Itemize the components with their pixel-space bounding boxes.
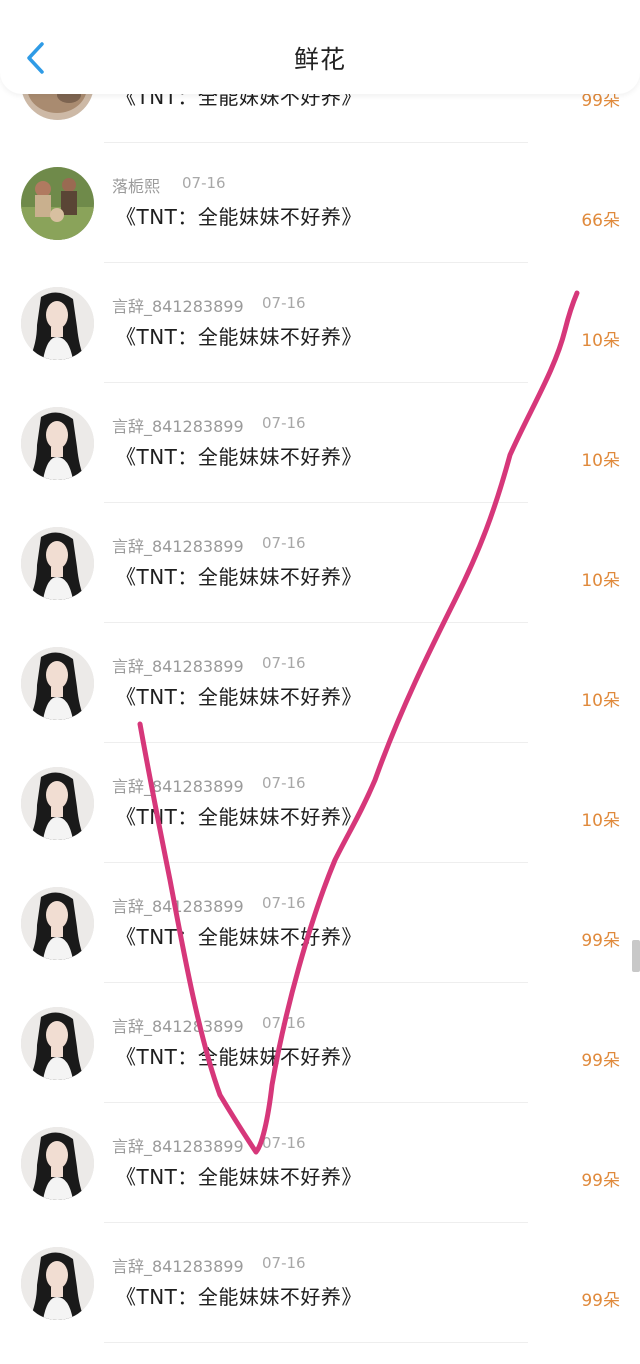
date: 07-16 [262, 414, 306, 432]
list-item[interactable]: 言辞_841283899 07-16 《TNT：全能妹妹不好养》 10朵 [0, 743, 640, 863]
scrollbar-handle[interactable] [632, 940, 640, 972]
flower-record-list: 《TNT：全能妹妹不好养》 99朵 落栀熙 07-16 《TNT：全能妹妹不好养… [0, 23, 640, 1343]
list-item[interactable]: 言辞_841283899 07-16 《TNT：全能妹妹不好养》 10朵 [0, 503, 640, 623]
flower-count: 66朵 [581, 211, 620, 231]
avatar[interactable] [21, 647, 94, 720]
avatar[interactable] [21, 167, 94, 240]
list-item[interactable]: 言辞_841283899 07-16 《TNT：全能妹妹不好养》 10朵 [0, 623, 640, 743]
avatar[interactable] [21, 1007, 94, 1080]
date: 07-16 [262, 894, 306, 912]
list-item[interactable]: 言辞_841283899 07-16 《TNT：全能妹妹不好养》 10朵 [0, 383, 640, 503]
username[interactable]: 落栀熙 [112, 173, 160, 197]
book-title[interactable]: 《TNT：全能妹妹不好养》 [116, 801, 362, 830]
avatar[interactable] [21, 767, 94, 840]
flower-count: 99朵 [581, 1051, 620, 1071]
top-nav-bar: 鲜花 [0, 0, 640, 94]
username[interactable]: 言辞_841283899 [112, 293, 244, 317]
flower-count: 99朵 [581, 1171, 620, 1191]
avatar[interactable] [21, 287, 94, 360]
list-item[interactable]: 言辞_841283899 07-16 《TNT：全能妹妹不好养》 99朵 [0, 983, 640, 1103]
list-item[interactable]: 言辞_841283899 07-16 《TNT：全能妹妹不好养》 99朵 [0, 863, 640, 983]
list-item[interactable]: 言辞_841283899 07-16 《TNT：全能妹妹不好养》 10朵 [0, 263, 640, 383]
avatar[interactable] [21, 1247, 94, 1320]
list-item[interactable]: 落栀熙 07-16 《TNT：全能妹妹不好养》 66朵 [0, 143, 640, 263]
date: 07-16 [182, 174, 226, 192]
flower-count: 10朵 [581, 571, 620, 591]
book-title[interactable]: 《TNT：全能妹妹不好养》 [116, 921, 362, 950]
date: 07-16 [262, 1014, 306, 1032]
list-item[interactable]: 言辞_841283899 07-16 《TNT：全能妹妹不好养》 99朵 [0, 1103, 640, 1223]
date: 07-16 [262, 534, 306, 552]
flower-count: 99朵 [581, 1291, 620, 1311]
flower-count: 10朵 [581, 331, 620, 351]
page-title: 鲜花 [293, 45, 346, 74]
book-title[interactable]: 《TNT：全能妹妹不好养》 [116, 201, 362, 230]
date: 07-16 [262, 1254, 306, 1272]
username[interactable]: 言辞_841283899 [112, 1253, 244, 1277]
flower-count: 10朵 [581, 811, 620, 831]
flower-count: 10朵 [581, 691, 620, 711]
avatar[interactable] [21, 407, 94, 480]
username[interactable]: 言辞_841283899 [112, 1013, 244, 1037]
username[interactable]: 言辞_841283899 [112, 653, 244, 677]
date: 07-16 [262, 774, 306, 792]
list-item[interactable]: 言辞_841283899 07-16 《TNT：全能妹妹不好养》 99朵 [0, 1223, 640, 1343]
username[interactable]: 言辞_841283899 [112, 893, 244, 917]
username[interactable]: 言辞_841283899 [112, 533, 244, 557]
flower-count: 99朵 [581, 931, 620, 951]
date: 07-16 [262, 294, 306, 312]
avatar[interactable] [21, 527, 94, 600]
flower-count: 10朵 [581, 451, 620, 471]
book-title[interactable]: 《TNT：全能妹妹不好养》 [116, 1041, 362, 1070]
book-title[interactable]: 《TNT：全能妹妹不好养》 [116, 561, 362, 590]
book-title[interactable]: 《TNT：全能妹妹不好养》 [116, 1281, 362, 1310]
book-title[interactable]: 《TNT：全能妹妹不好养》 [116, 321, 362, 350]
username[interactable]: 言辞_841283899 [112, 773, 244, 797]
divider [104, 1342, 528, 1343]
book-title[interactable]: 《TNT：全能妹妹不好养》 [116, 681, 362, 710]
book-title[interactable]: 《TNT：全能妹妹不好养》 [116, 441, 362, 470]
avatar[interactable] [21, 887, 94, 960]
date: 07-16 [262, 654, 306, 672]
username[interactable]: 言辞_841283899 [112, 1133, 244, 1157]
flower-gift-page: 鲜花 《TNT：全能妹妹不好养》 99朵 落栀熙 07-16 《TNT：全能妹妹… [0, 0, 640, 1364]
username[interactable]: 言辞_841283899 [112, 413, 244, 437]
avatar[interactable] [21, 1127, 94, 1200]
book-title[interactable]: 《TNT：全能妹妹不好养》 [116, 1161, 362, 1190]
date: 07-16 [262, 1134, 306, 1152]
